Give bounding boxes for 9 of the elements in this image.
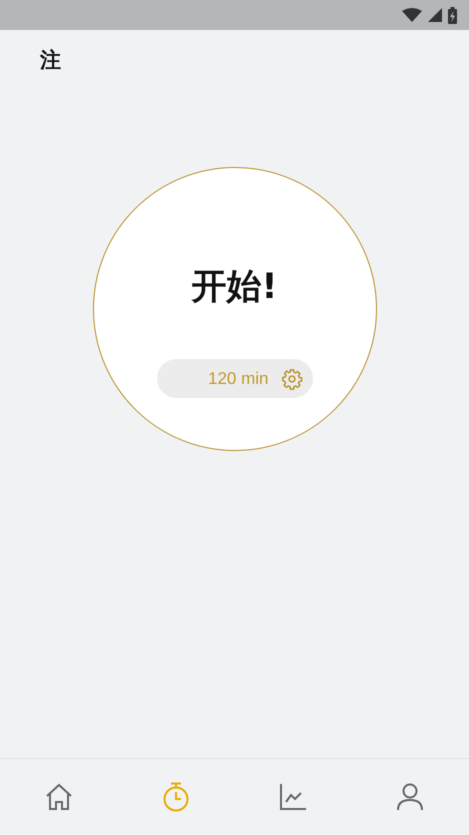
wifi-icon xyxy=(402,8,422,22)
battery-icon xyxy=(448,6,457,24)
duration-text: 120 min xyxy=(208,368,268,388)
start-label: 开始! xyxy=(192,266,278,309)
home-icon[interactable] xyxy=(44,783,73,811)
line-chart-icon[interactable] xyxy=(280,784,306,810)
signal-icon xyxy=(428,8,442,22)
page-title: 注 xyxy=(40,47,61,74)
person-icon[interactable] xyxy=(397,783,424,811)
